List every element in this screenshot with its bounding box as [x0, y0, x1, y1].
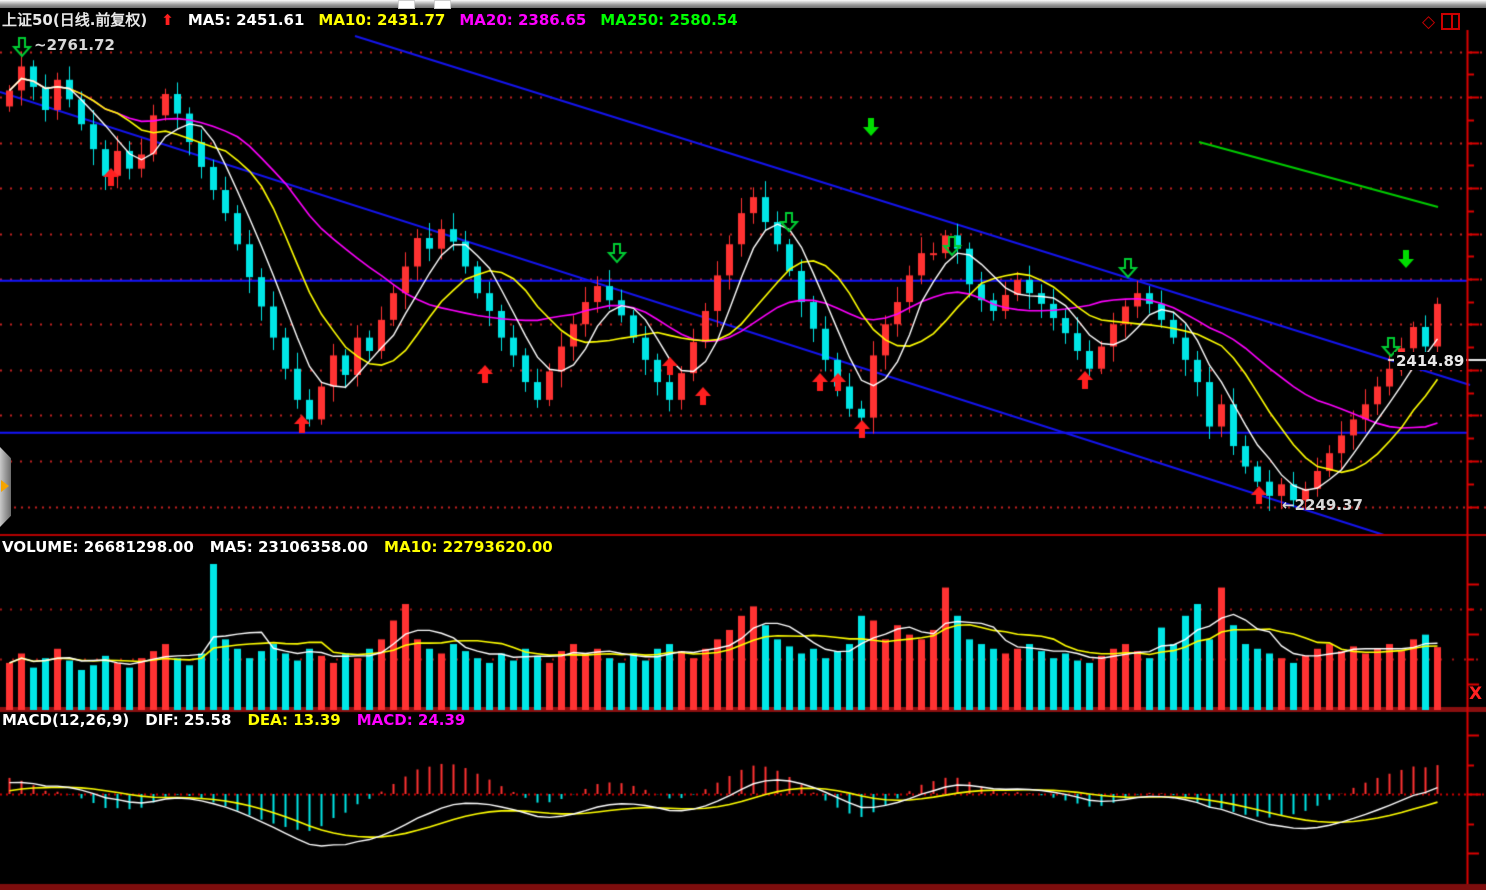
volume-value: VOLUME: 26681298.00: [2, 538, 194, 556]
volume-ma5: MA5: 23106358.00: [210, 538, 368, 556]
titlebar-segment: [434, 0, 451, 9]
titlebar-segment: [398, 0, 415, 9]
ma20-value: MA20: 2386.65: [459, 11, 586, 29]
left-panel-expander[interactable]: [0, 447, 11, 527]
symbol-title: 上证50(日线.前复权): [2, 9, 147, 30]
up-arrow-icon: ⬆: [161, 11, 174, 29]
volume-ma10: MA10: 22793620.00: [384, 538, 553, 556]
macd-header: MACD(12,26,9) DIF: 25.58 DEA: 13.39 MACD…: [2, 711, 465, 729]
chart-corner-tools: ◇: [1422, 13, 1460, 30]
volume-corner-x-label: X: [1469, 684, 1482, 704]
main-chart-header: 上证50(日线.前复权) ⬆ MA5: 2451.61 MA10: 2431.7…: [2, 9, 738, 30]
last-price-label: 2414.89: [1394, 352, 1466, 370]
trading-app-window: 上证50(日线.前复权) ⬆ MA5: 2451.61 MA10: 2431.7…: [0, 0, 1486, 890]
high-price-annotation: ~2761.72: [34, 36, 115, 54]
dif-value: DIF: 25.58: [145, 711, 231, 729]
diamond-icon[interactable]: ◇: [1422, 15, 1435, 29]
ma250-value: MA250: 2580.54: [600, 11, 737, 29]
macd-title: MACD(12,26,9): [2, 711, 129, 729]
volume-header: VOLUME: 26681298.00 MA5: 23106358.00 MA1…: [2, 538, 553, 556]
low-price-annotation: ←2249.37: [1282, 496, 1363, 514]
split-window-icon[interactable]: [1441, 13, 1460, 30]
ma10-value: MA10: 2431.77: [318, 11, 445, 29]
expand-right-icon: [1, 480, 9, 492]
macd-value: MACD: 24.39: [357, 711, 466, 729]
dea-value: DEA: 13.39: [247, 711, 340, 729]
ma5-value: MA5: 2451.61: [188, 11, 305, 29]
chart-canvas[interactable]: [0, 0, 1486, 890]
window-titlebar: [0, 0, 1486, 8]
